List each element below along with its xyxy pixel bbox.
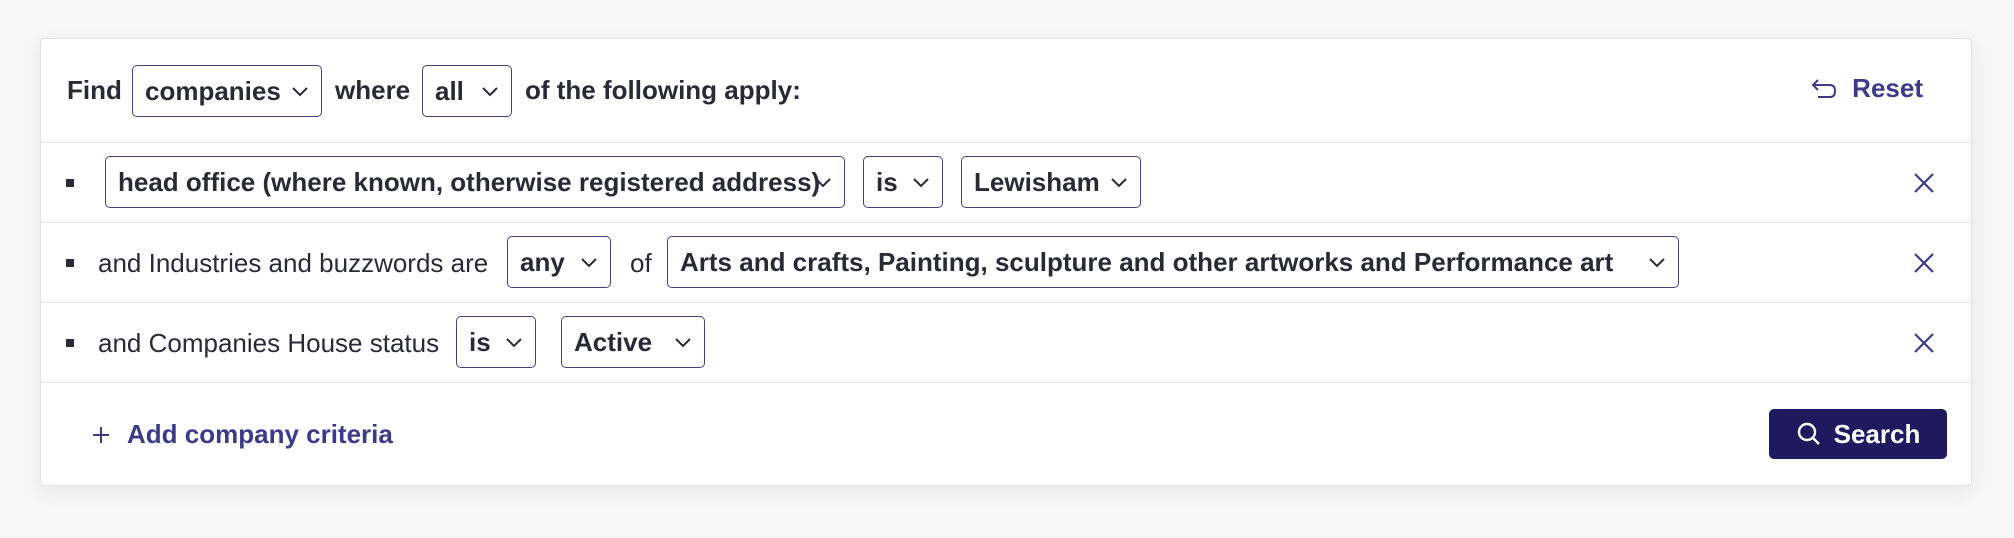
search-criteria-panel: Find companies where all of the followin… <box>40 38 1972 486</box>
search-label: Search <box>1833 418 1921 449</box>
operator-select[interactable]: any <box>507 236 611 288</box>
criteria-footer: Add company criteria Search <box>41 383 1971 485</box>
field-select-value: head office (where known, otherwise regi… <box>118 166 821 197</box>
chevron-down-icon <box>482 87 498 97</box>
chevron-down-icon <box>1111 178 1127 188</box>
close-icon[interactable] <box>1911 170 1937 196</box>
value-select[interactable]: Lewisham <box>961 156 1141 208</box>
find-label: Find <box>67 75 122 105</box>
rule-prefix: and Industries and buzzwords are <box>98 248 489 278</box>
search-button[interactable]: Search <box>1769 409 1947 459</box>
rule-bullet <box>66 339 74 347</box>
chevron-down-icon <box>913 178 929 188</box>
value-select[interactable]: Arts and crafts, Painting, sculpture and… <box>667 236 1679 288</box>
chevron-down-icon <box>675 338 691 348</box>
operator-select-value: is <box>876 166 898 197</box>
entity-select[interactable]: companies <box>132 65 322 117</box>
chevron-down-icon <box>815 178 831 188</box>
add-criteria-button[interactable]: Add company criteria <box>91 419 393 450</box>
reset-button[interactable]: Reset <box>1810 73 1923 104</box>
criteria-rule: and Industries and buzzwords are any of … <box>41 223 1971 303</box>
where-label: where <box>335 75 411 105</box>
criteria-rule: head office (where known, otherwise regi… <box>41 143 1971 223</box>
rule-bullet <box>66 259 74 267</box>
add-criteria-label: Add company criteria <box>127 419 393 449</box>
operator-select[interactable]: is <box>456 316 536 368</box>
field-select[interactable]: head office (where known, otherwise regi… <box>105 156 845 208</box>
chevron-down-icon <box>1649 258 1665 268</box>
search-icon <box>1797 422 1820 445</box>
operator-select[interactable]: is <box>863 156 943 208</box>
close-icon[interactable] <box>1911 250 1937 276</box>
close-icon[interactable] <box>1911 330 1937 356</box>
value-select[interactable]: Active <box>561 316 705 368</box>
chevron-down-icon <box>506 338 522 348</box>
criteria-header: Find companies where all of the followin… <box>41 39 1971 143</box>
match-select-value: all <box>435 75 464 106</box>
apply-label: of the following apply: <box>525 75 801 105</box>
criteria-rule: and Companies House status is Active <box>41 303 1971 383</box>
value-select-value: Active <box>574 326 653 357</box>
plus-icon <box>93 426 109 443</box>
entity-select-value: companies <box>145 75 281 106</box>
chevron-down-icon <box>581 258 597 268</box>
reset-label: Reset <box>1852 73 1923 103</box>
operator-select-value: any <box>520 246 565 277</box>
match-select[interactable]: all <box>422 65 512 117</box>
of-label: of <box>630 248 652 278</box>
operator-select-value: is <box>469 326 491 357</box>
reset-icon <box>1811 78 1837 98</box>
rule-bullet <box>66 179 74 187</box>
value-select-value: Arts and crafts, Painting, sculpture and… <box>680 246 1614 277</box>
rule-prefix: and Companies House status <box>98 328 440 358</box>
chevron-down-icon <box>292 87 308 97</box>
value-select-value: Lewisham <box>974 166 1100 197</box>
